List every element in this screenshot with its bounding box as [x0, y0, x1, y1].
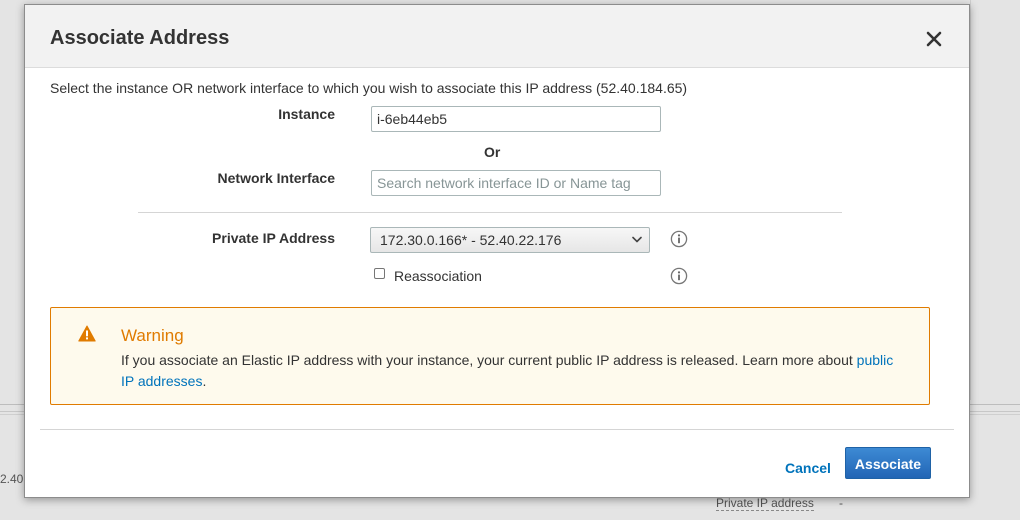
- form-divider: [138, 212, 842, 213]
- network-interface-search-input[interactable]: [371, 170, 661, 196]
- instance-label: Instance: [278, 106, 335, 122]
- or-separator-text: Or: [484, 144, 501, 160]
- instance-input[interactable]: [371, 106, 661, 132]
- private-ip-select[interactable]: 172.30.0.166* - 52.40.22.176: [370, 227, 650, 253]
- warning-alert: Warning If you associate an Elastic IP a…: [50, 307, 930, 405]
- background-divider-vertical: [970, 0, 971, 400]
- associate-address-dialog: Associate Address Select the instance OR…: [24, 4, 970, 498]
- dialog-header: Associate Address: [25, 5, 969, 68]
- warning-text: If you associate an Elastic IP address w…: [121, 352, 853, 368]
- private-ip-selected-value: 172.30.0.166* - 52.40.22.176: [380, 232, 562, 248]
- chevron-down-icon: [632, 236, 642, 243]
- background-private-ip-value: -: [839, 496, 843, 510]
- reassociation-checkbox[interactable]: [374, 268, 385, 279]
- background-ip-fragment: 2.40: [0, 472, 24, 486]
- background-private-ip-label: Private IP address: [716, 496, 814, 511]
- warning-trailing-period: .: [202, 373, 207, 389]
- warning-title: Warning: [121, 326, 184, 345]
- private-ip-label: Private IP Address: [212, 230, 335, 246]
- reassociation-label[interactable]: Reassociation: [394, 268, 482, 284]
- associate-button[interactable]: Associate: [845, 447, 931, 479]
- warning-icon: [78, 325, 96, 342]
- dialog-intro-text: Select the instance OR network interface…: [50, 80, 688, 96]
- close-button[interactable]: [924, 29, 944, 49]
- warning-message: If you associate an Elastic IP address w…: [121, 350, 901, 392]
- network-interface-label: Network Interface: [217, 170, 335, 186]
- close-icon: [926, 31, 942, 47]
- reassociation-info-icon[interactable]: [670, 267, 688, 285]
- private-ip-info-icon[interactable]: [670, 230, 688, 248]
- cancel-button[interactable]: Cancel: [785, 460, 831, 476]
- footer-divider: [40, 429, 954, 430]
- dialog-title: Associate Address: [50, 27, 230, 49]
